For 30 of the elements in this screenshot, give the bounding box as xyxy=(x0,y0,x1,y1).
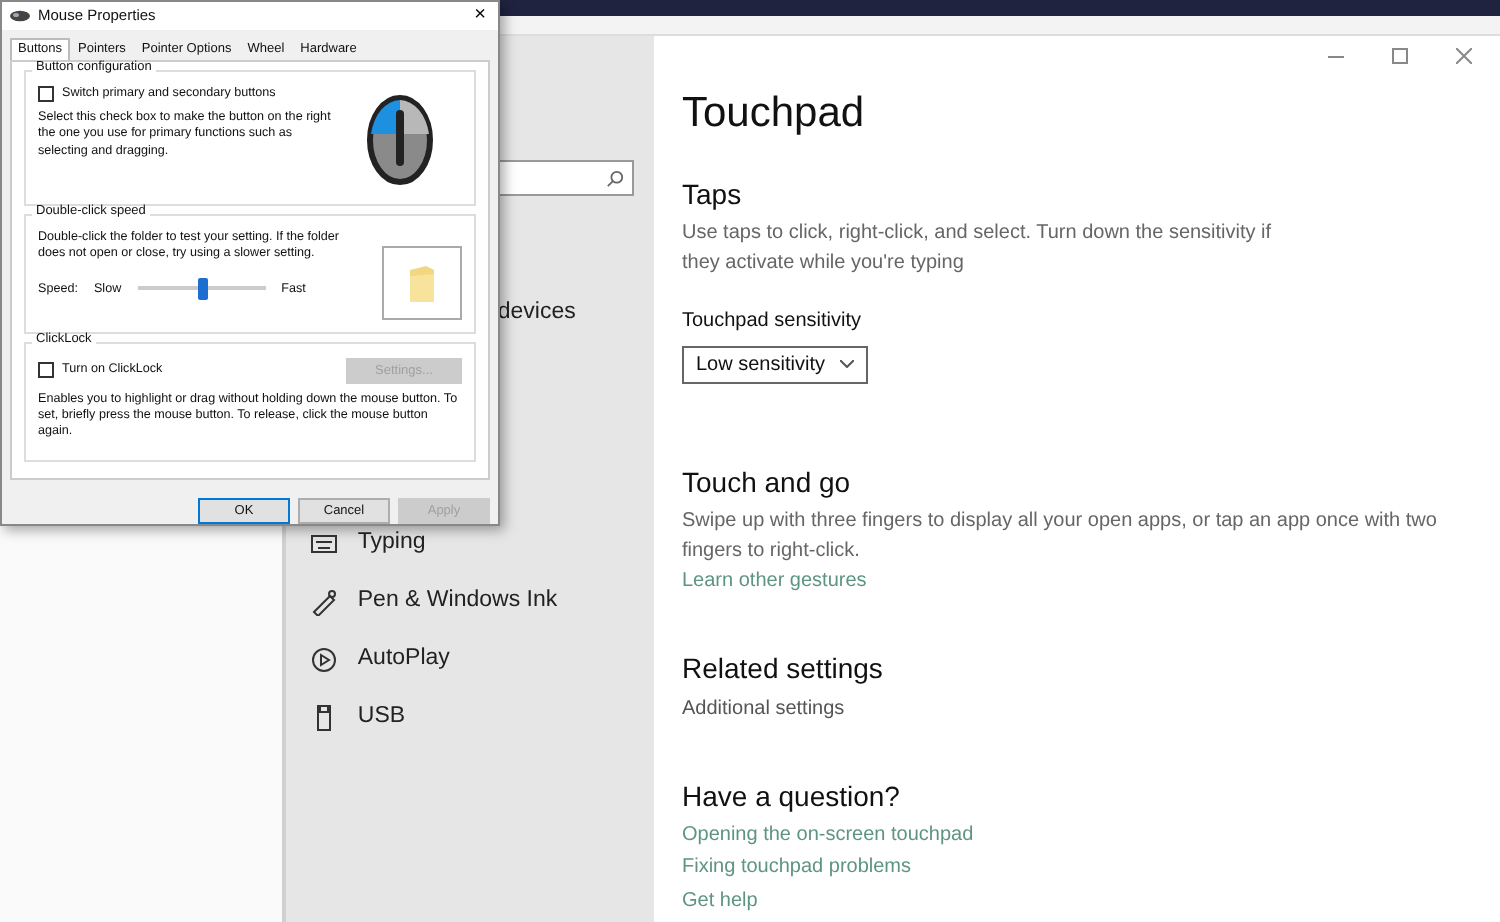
close-button[interactable]: × xyxy=(474,5,486,26)
checkbox[interactable] xyxy=(38,86,54,103)
help-link[interactable]: Fixing touchpad problems xyxy=(682,852,1472,886)
keyboard-icon xyxy=(309,529,338,557)
sidebar-item[interactable]: Pen & Windows Ink xyxy=(309,572,634,630)
sidebar-item[interactable]: devices xyxy=(497,284,576,342)
checkbox[interactable] xyxy=(38,362,54,379)
sidebar-item[interactable]: USB xyxy=(309,688,634,746)
folder-icon xyxy=(406,263,438,303)
description: Use taps to click, right-click, and select. Turn down the sensitivity if they activate while you're typing xyxy=(682,219,1274,278)
description: Swipe up with three fingers to display all your open apps, or tap an app once with two fingers to right-click. xyxy=(682,507,1439,566)
field-label: Touchpad sensitivity xyxy=(682,307,863,336)
mouse-drawing xyxy=(366,94,434,186)
maximize-icon[interactable] xyxy=(1392,48,1408,64)
page-title: Touchpad xyxy=(682,88,867,139)
close-icon[interactable] xyxy=(1456,48,1472,64)
section-heading: Taps xyxy=(682,178,744,212)
mouse-icon xyxy=(10,9,30,22)
search-icon xyxy=(606,169,624,187)
pen-icon xyxy=(309,587,338,615)
section-heading: Have a question? xyxy=(682,780,902,814)
minimize-icon[interactable] xyxy=(1328,55,1344,57)
slider-thumb[interactable] xyxy=(197,278,208,301)
sensitivity-dropdown[interactable]: Low sensitivity xyxy=(682,345,869,384)
section-heading: Touch and go xyxy=(682,465,853,500)
section-heading: Related settings xyxy=(682,652,885,687)
chevron-down-icon xyxy=(840,360,855,369)
autoplay-icon xyxy=(309,645,338,673)
sidebar-item[interactable]: AutoPlay xyxy=(309,630,634,688)
settings-link[interactable]: Additional settings xyxy=(682,692,1472,727)
